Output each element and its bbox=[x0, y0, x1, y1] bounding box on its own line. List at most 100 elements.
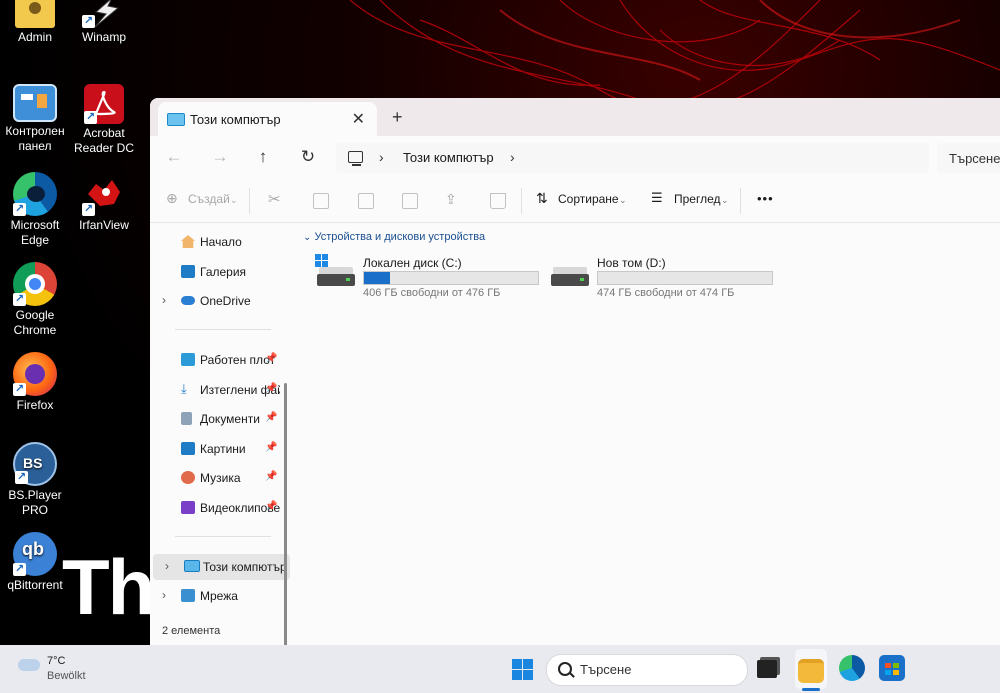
address-bar-row: ← → ↑ ↻ › Този компютър › Търсене bbox=[150, 136, 1000, 180]
taskbar-search[interactable]: Търсене bbox=[546, 654, 748, 686]
home-icon bbox=[181, 235, 195, 248]
irfanview-icon: ↗ bbox=[82, 172, 126, 216]
nav-item-downloads[interactable]: ⤓ Изтеглени файлове 📌 bbox=[150, 377, 290, 403]
paste-icon[interactable] bbox=[358, 193, 374, 209]
search-input[interactable]: Търсене bbox=[937, 143, 1000, 173]
desktop-icon bbox=[181, 353, 195, 366]
desktop-icon-label: IrfanView bbox=[79, 218, 129, 232]
nav-scrollbar[interactable] bbox=[284, 383, 287, 645]
acrobat-icon: ↗ bbox=[84, 84, 124, 124]
monitor-icon bbox=[348, 151, 363, 163]
share-icon[interactable]: ⇪ bbox=[445, 191, 457, 208]
chevron-right-icon[interactable]: › bbox=[379, 149, 384, 165]
nav-item-pictures[interactable]: Картини 📌 bbox=[150, 436, 290, 462]
desktop-icon-control-panel[interactable]: Контролен панел bbox=[0, 84, 71, 154]
file-explorer-icon[interactable] bbox=[798, 659, 824, 683]
drive-d[interactable]: Нов том (D:) 474 ГБ свободни от 474 ГБ bbox=[527, 256, 773, 306]
up-button[interactable]: ↑ bbox=[252, 147, 274, 167]
drive-usage-fill bbox=[364, 272, 390, 284]
group-header[interactable]: ⌄ Устройства и дискови устройства bbox=[303, 231, 485, 243]
navigation-pane: Начало Галерия › OneDrive Работен плот 📌… bbox=[150, 223, 293, 645]
tab-this-pc[interactable]: Този компютър ✕ bbox=[158, 102, 377, 136]
pin-icon: 📌 bbox=[265, 442, 278, 453]
qbittorrent-icon: qb ↗ bbox=[13, 532, 57, 576]
shortcut-arrow-icon: ↗ bbox=[15, 471, 28, 484]
drive-c[interactable]: Локален диск (C:) 406 ГБ свободни от 476… bbox=[293, 254, 539, 306]
chevron-right-icon[interactable]: › bbox=[162, 293, 166, 307]
more-options-button[interactable]: ••• bbox=[757, 191, 774, 206]
drive-free-space: 406 ГБ свободни от 476 ГБ bbox=[363, 287, 501, 299]
drive-free-space: 474 ГБ свободни от 474 ГБ bbox=[597, 287, 735, 299]
desktop-icon-admin[interactable]: Admin bbox=[0, 0, 71, 45]
desktop-icon-chrome[interactable]: ↗ Google Chrome bbox=[0, 262, 71, 338]
chevron-down-icon: ⌄ bbox=[619, 195, 627, 205]
chevron-right-icon[interactable]: › bbox=[165, 559, 169, 573]
address-field[interactable]: › Този компютър › bbox=[336, 143, 929, 173]
desktop-icon-label: Admin bbox=[17, 30, 52, 44]
store-icon[interactable] bbox=[879, 655, 905, 681]
active-indicator bbox=[802, 688, 820, 691]
download-icon: ⤓ bbox=[181, 381, 187, 396]
task-view-icon[interactable] bbox=[757, 660, 777, 678]
desktop-icon-acrobat[interactable]: ↗ Acrobat Reader DC bbox=[68, 84, 140, 156]
desktop-icon-label: BS.Player PRO bbox=[8, 488, 62, 517]
desktop-icon-qbittorrent[interactable]: qb ↗ qBittorrent bbox=[0, 532, 71, 593]
close-tab-icon[interactable]: ✕ bbox=[352, 109, 365, 129]
cut-icon[interactable]: ✂ bbox=[268, 190, 281, 208]
nav-item-home[interactable]: Начало bbox=[150, 229, 290, 255]
weather-temperature: 7°C bbox=[47, 655, 66, 667]
computer-icon bbox=[167, 113, 185, 126]
nav-item-gallery[interactable]: Галерия bbox=[150, 259, 290, 285]
view-button[interactable]: Преглед bbox=[674, 192, 721, 206]
weather-description: Bewölkt bbox=[47, 670, 86, 682]
delete-icon[interactable] bbox=[490, 193, 506, 209]
bsplayer-icon: BS ↗ bbox=[13, 442, 57, 486]
pin-icon: 📌 bbox=[265, 412, 278, 423]
desktop-icon-label: Winamp bbox=[81, 30, 126, 44]
music-icon bbox=[181, 471, 195, 484]
desktop-icon-winamp[interactable]: ↗ Winamp bbox=[68, 0, 140, 45]
desktop-icon-firefox[interactable]: ↗ Firefox bbox=[0, 352, 71, 413]
nav-item-network[interactable]: › Мрежа bbox=[150, 583, 290, 609]
desktop-icon-irfanview[interactable]: ↗ IrfanView bbox=[68, 172, 140, 233]
desktop-icon-edge[interactable]: ↗ Microsoft Edge bbox=[0, 172, 71, 248]
control-panel-icon bbox=[13, 84, 57, 122]
rename-icon[interactable] bbox=[402, 193, 418, 209]
tab-label: Този компютър bbox=[190, 112, 281, 127]
taskbar: 7°C Bewölkt Търсене bbox=[0, 645, 1000, 693]
edge-icon[interactable] bbox=[839, 655, 865, 681]
sort-button[interactable]: Сортиране bbox=[558, 192, 619, 206]
forward-button[interactable]: → bbox=[209, 147, 231, 167]
shortcut-arrow-icon: ↗ bbox=[82, 15, 95, 28]
desktop-icon-label: Контролен панел bbox=[5, 124, 65, 153]
breadcrumb-this-pc[interactable]: Този компютър bbox=[403, 150, 494, 165]
start-button[interactable] bbox=[512, 659, 534, 681]
nav-item-documents[interactable]: Документи 📌 bbox=[150, 406, 290, 432]
winamp-icon: ↗ bbox=[82, 0, 126, 29]
nav-item-videos[interactable]: Видеоклипове 📌 bbox=[150, 495, 290, 521]
desktop-icon-bsplayer[interactable]: BS ↗ BS.Player PRO bbox=[0, 442, 71, 518]
divider bbox=[175, 329, 271, 330]
chrome-icon: ↗ bbox=[13, 262, 57, 306]
shortcut-arrow-icon: ↗ bbox=[13, 563, 26, 576]
nav-item-this-pc[interactable]: › Този компютър bbox=[153, 554, 290, 580]
videos-icon bbox=[181, 501, 195, 514]
shortcut-arrow-icon: ↗ bbox=[82, 203, 95, 216]
computer-icon bbox=[184, 560, 200, 572]
windows-logo-icon bbox=[315, 254, 329, 268]
nav-item-onedrive[interactable]: › OneDrive bbox=[150, 288, 290, 314]
user-folder-icon bbox=[15, 0, 55, 28]
chevron-right-icon[interactable]: › bbox=[162, 588, 166, 602]
new-tab-button[interactable]: + bbox=[392, 107, 403, 128]
chevron-right-icon[interactable]: › bbox=[510, 149, 515, 165]
status-bar-count: 2 елемента bbox=[162, 625, 221, 637]
back-button[interactable]: ← bbox=[163, 147, 185, 167]
nav-item-music[interactable]: Музика 📌 bbox=[150, 465, 290, 491]
command-bar: ⊕ Създай ⌄ ✂ ⇪ ⇅ Сортиране ⌄ ☰ Преглед ⌄… bbox=[150, 180, 1000, 223]
nav-item-label: Галерия bbox=[200, 265, 247, 279]
refresh-button[interactable]: ↻ bbox=[297, 147, 319, 167]
copy-icon[interactable] bbox=[313, 193, 329, 209]
new-button[interactable]: Създай bbox=[188, 192, 230, 206]
nav-item-label: Този компютър bbox=[203, 560, 287, 574]
nav-item-desktop[interactable]: Работен плот 📌 bbox=[150, 347, 290, 373]
